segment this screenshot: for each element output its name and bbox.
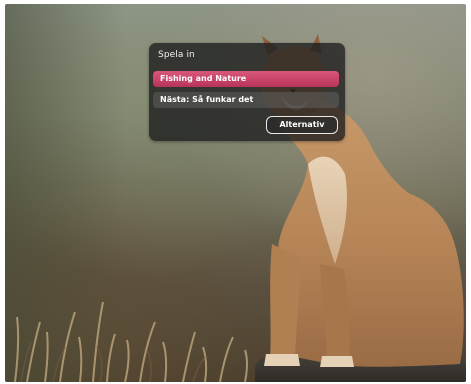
tv-screen: Spela in Fishing and Nature Nästa: Så fu…	[0, 0, 471, 384]
alternatives-button[interactable]: Alternativ	[266, 116, 338, 134]
option-next-program[interactable]: Nästa: Så funkar det	[153, 92, 339, 108]
option-current-program[interactable]: Fishing and Nature	[153, 71, 339, 87]
record-dialog: Spela in Fishing and Nature Nästa: Så fu…	[149, 43, 345, 141]
dialog-title: Spela in	[158, 50, 195, 60]
background-photo: Spela in Fishing and Nature Nästa: Så fu…	[5, 4, 466, 382]
